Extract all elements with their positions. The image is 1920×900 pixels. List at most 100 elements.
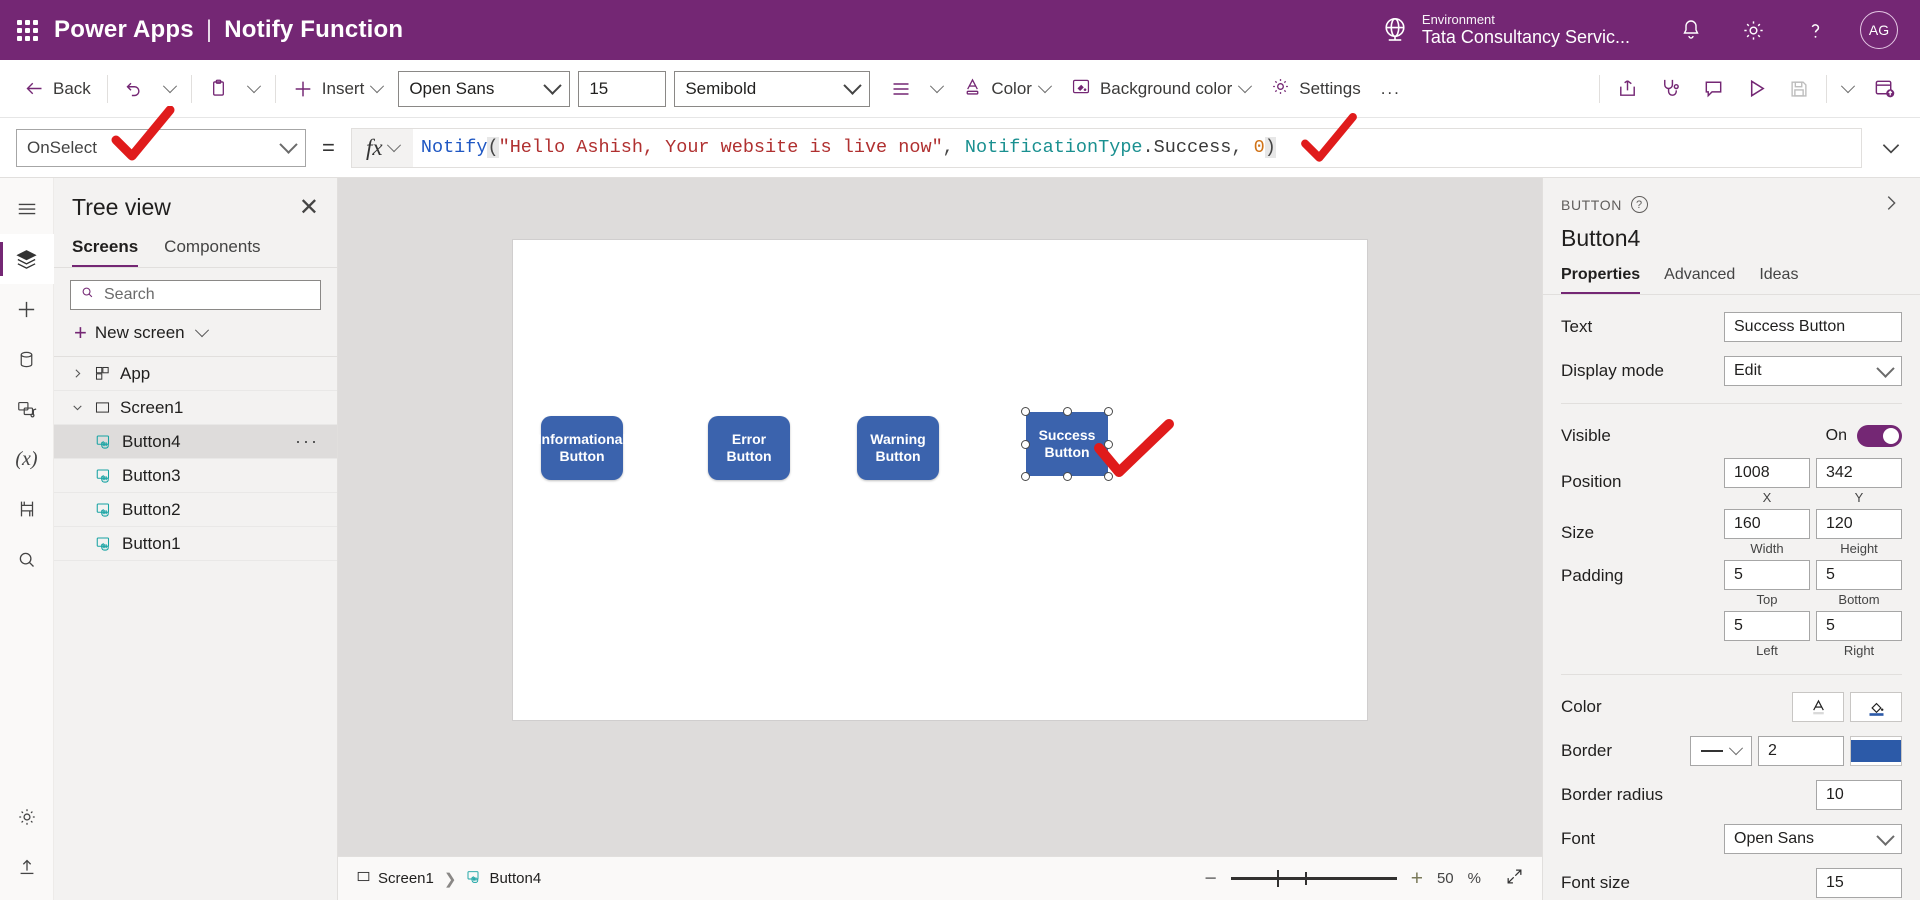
undo-icon[interactable] — [114, 72, 155, 105]
search-icon[interactable] — [0, 534, 54, 584]
app-screen-canvas[interactable]: Informational Button Error Button Warnin… — [513, 240, 1367, 720]
resize-handle-n[interactable] — [1063, 407, 1072, 416]
settings-icon[interactable] — [0, 792, 54, 842]
stethoscope-icon[interactable] — [1649, 71, 1692, 106]
insert-button[interactable]: Insert — [282, 72, 393, 106]
chevron-right-icon[interactable] — [1880, 192, 1902, 217]
waffle-grid-icon[interactable] — [0, 20, 54, 41]
visible-toggle[interactable] — [1857, 425, 1902, 447]
question-icon[interactable]: ? — [1631, 196, 1648, 213]
tree-item-app[interactable]: App — [54, 357, 337, 391]
paste-chevron-icon[interactable] — [239, 78, 269, 100]
canvas-button-success[interactable]: Success Button — [1026, 412, 1108, 476]
position-x-input[interactable]: 1008 — [1724, 458, 1810, 488]
environment-switcher[interactable]: Environment Tata Consultancy Servic... — [1380, 12, 1630, 49]
save-chevron-icon[interactable] — [1833, 78, 1863, 100]
zoom-slider[interactable] — [1231, 877, 1397, 880]
share-icon[interactable] — [1606, 71, 1649, 106]
chevron-right-icon[interactable] — [66, 367, 88, 380]
resize-handle-e[interactable] — [1104, 440, 1113, 449]
breadcrumb-button4[interactable]: Button4 — [466, 869, 541, 889]
font-color-button[interactable]: Color — [952, 70, 1060, 108]
overflow-menu-button[interactable]: ... — [1371, 73, 1411, 105]
position-y-input[interactable]: 342 — [1816, 458, 1902, 488]
monitor-icon[interactable] — [0, 484, 54, 534]
new-screen-button[interactable]: + New screen — [54, 316, 337, 357]
chevron-down-icon[interactable] — [66, 401, 88, 414]
tree-item-button2[interactable]: Button2 — [54, 493, 337, 527]
question-icon[interactable] — [1784, 0, 1846, 60]
clipboard-icon[interactable] — [198, 72, 239, 105]
avatar[interactable]: AG — [1860, 11, 1898, 49]
tab-ideas[interactable]: Ideas — [1759, 266, 1798, 294]
font-color-button[interactable] — [1792, 692, 1844, 722]
close-icon[interactable]: ✕ — [299, 196, 319, 220]
tab-screens[interactable]: Screens — [72, 237, 138, 267]
resize-handle-w[interactable] — [1021, 440, 1030, 449]
resize-handle-ne[interactable] — [1104, 407, 1113, 416]
tab-advanced[interactable]: Advanced — [1664, 266, 1735, 294]
resize-handle-s[interactable] — [1063, 472, 1072, 481]
settings-button[interactable]: Settings — [1260, 70, 1370, 108]
tree-item-button3[interactable]: Button3 — [54, 459, 337, 493]
font-family-select[interactable]: Open Sans — [398, 71, 570, 107]
tree-item-button1[interactable]: Button1 — [54, 527, 337, 561]
size-width-input[interactable]: 160 — [1724, 509, 1810, 539]
border-color-button[interactable] — [1850, 736, 1902, 766]
breadcrumb-screen1[interactable]: Screen1 — [356, 869, 434, 888]
fx-button[interactable]: fx — [351, 128, 413, 168]
canvas-button-informational[interactable]: Informational Button — [541, 416, 623, 480]
text-input[interactable]: Success Button — [1724, 312, 1902, 342]
font-weight-select[interactable]: Semibold — [674, 71, 870, 107]
comment-icon[interactable] — [1692, 71, 1735, 106]
media-icon[interactable] — [0, 384, 54, 434]
zoom-slider-thumb[interactable] — [1277, 870, 1280, 887]
publish-icon[interactable] — [1863, 71, 1906, 106]
formula-input[interactable]: Notify("Hello Ashish, Your website is li… — [413, 128, 1862, 168]
padding-top-input[interactable]: 5 — [1724, 560, 1810, 590]
tab-properties[interactable]: Properties — [1561, 266, 1640, 294]
property-selector[interactable]: OnSelect — [16, 129, 306, 167]
border-width-input[interactable]: 2 — [1758, 736, 1844, 766]
canvas-button-error[interactable]: Error Button — [708, 416, 790, 480]
bell-icon[interactable] — [1660, 0, 1722, 60]
tab-components[interactable]: Components — [164, 237, 260, 267]
border-radius-input[interactable]: 10 — [1816, 780, 1902, 810]
padding-bottom-input[interactable]: 5 — [1816, 560, 1902, 590]
search-input[interactable]: Search — [70, 280, 321, 310]
variables-icon[interactable]: (x) — [0, 434, 54, 484]
resize-handle-se[interactable] — [1104, 472, 1113, 481]
resize-handle-sw[interactable] — [1021, 472, 1030, 481]
font-size-input[interactable]: 15 — [578, 71, 666, 107]
tree-item-screen1[interactable]: Screen1 — [54, 391, 337, 425]
resize-handle-nw[interactable] — [1021, 407, 1030, 416]
publish-icon[interactable] — [0, 842, 54, 892]
background-color-button[interactable]: Background color — [1060, 70, 1260, 108]
display-mode-select[interactable]: Edit — [1724, 356, 1902, 386]
font-select[interactable]: Open Sans — [1724, 824, 1902, 854]
hamburger-menu-icon[interactable] — [0, 184, 54, 234]
formula-collapse-icon[interactable] — [1862, 135, 1920, 161]
insert-icon[interactable] — [0, 284, 54, 334]
fill-color-button[interactable] — [1850, 692, 1902, 722]
minus-icon[interactable]: − — [1204, 868, 1216, 889]
back-button[interactable]: Back — [14, 72, 101, 105]
undo-chevron-icon[interactable] — [155, 78, 185, 100]
font-size-input[interactable]: 15 — [1816, 868, 1902, 898]
expand-icon[interactable] — [1505, 867, 1524, 890]
tree-view-icon[interactable] — [0, 234, 54, 284]
padding-right-input[interactable]: 5 — [1816, 611, 1902, 641]
tree-item-overflow-icon[interactable]: ··· — [295, 431, 319, 452]
canvas-button-warning[interactable]: Warning Button — [857, 416, 939, 480]
plus-icon[interactable]: + — [1411, 868, 1423, 889]
border-style-select[interactable] — [1690, 736, 1752, 766]
data-icon[interactable] — [0, 334, 54, 384]
align-chevron-icon[interactable] — [922, 78, 952, 100]
gear-icon[interactable] — [1722, 0, 1784, 60]
save-icon[interactable] — [1778, 72, 1820, 106]
align-icon[interactable] — [880, 73, 922, 105]
tree-item-button4[interactable]: Button4 ··· — [54, 425, 337, 459]
padding-left-input[interactable]: 5 — [1724, 611, 1810, 641]
size-height-input[interactable]: 120 — [1816, 509, 1902, 539]
play-icon[interactable] — [1735, 71, 1778, 106]
